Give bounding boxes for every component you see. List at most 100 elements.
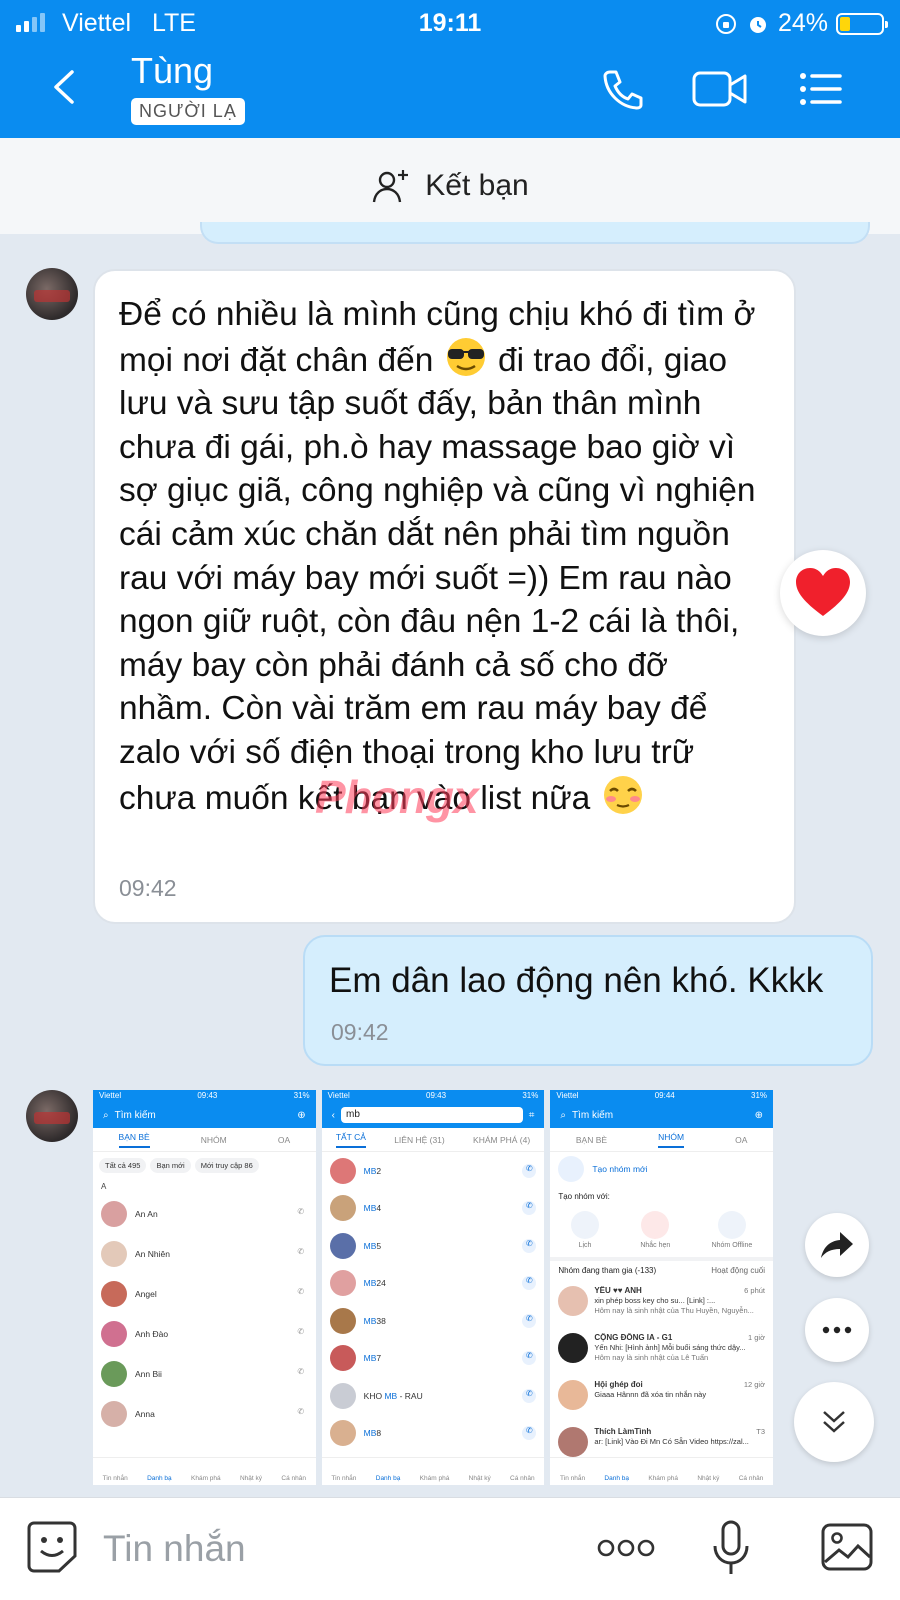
shot-tabs: BẠN BÈ NHÓM OA <box>550 1128 774 1152</box>
incoming-message-bubble[interactable]: Để có nhiều là mình cũng chịu khó đi tìm… <box>93 269 796 924</box>
add-friend-label: Kết bạn <box>425 169 529 202</box>
avatar <box>329 1382 356 1409</box>
list-item: MB8 ✆ <box>322 1415 545 1453</box>
avatar <box>329 1345 356 1372</box>
outgoing-message-bubble[interactable]: Em dân lao động nên khó. Kkkk 09:42 <box>303 935 873 1066</box>
status-bar: Viettel LTE 19:11 24% <box>0 0 900 46</box>
list-item: MB5 ✆ <box>322 1227 545 1265</box>
shot-tab: LIÊN HỆ (31) <box>394 1134 445 1145</box>
alarm-icon: Nhắc hẹn <box>640 1211 670 1249</box>
shot-chip: Mới truy cập 86 <box>194 1158 259 1173</box>
group-avatar <box>558 1427 589 1457</box>
microphone-icon[interactable] <box>712 1520 750 1578</box>
shot-search-bar: ⌕ Tìm kiếm ⊕ <box>93 1102 316 1128</box>
list-item: MB2 ✆ <box>322 1152 545 1190</box>
screenshot-groups[interactable]: Viettel 09:44 31% ⌕ Tìm kiếm ⊕ BẠN BÈ NHÓM OA … <box>550 1090 774 1485</box>
scroll-to-bottom-button[interactable] <box>794 1382 874 1462</box>
list-item: CỘNG ĐỒNG IA - G1 1 giờ Yến Nhi: [Hình ảnh… <box>550 1328 773 1375</box>
shot-bottom-nav: Tin nhắn Danh bạ Khám phá Nhật ký Cá nhân <box>321 1457 545 1485</box>
shot-tab: NHÓM <box>200 1134 227 1145</box>
shot-bottom-nav: Tin nhắn Danh bạ Khám phá Nhật ký Cá nhân <box>93 1457 316 1485</box>
list-item: An An ✆ <box>93 1194 316 1234</box>
phone-call-button[interactable] <box>598 64 648 114</box>
reaction-button[interactable] <box>780 550 866 636</box>
heart-icon <box>796 568 850 616</box>
joined-groups-label: Nhóm đang tham gia (-133) <box>558 1266 657 1275</box>
back-button[interactable] <box>44 66 86 108</box>
message-text: Để có nhiều là mình cũng chịu khó đi tìm… <box>119 293 770 820</box>
battery-percent: 24% <box>777 9 828 37</box>
blushing-emoji-icon <box>603 775 642 814</box>
sticker-icon[interactable] <box>26 1520 78 1574</box>
sort-label: Hoạt động cuối <box>711 1266 766 1275</box>
search-results: MB2 ✆ MB4 ✆ MB5 ✆ MB24 ✆ MB38 ✆ MB7 ✆ KHO MB - RAU ✆ M… <box>322 1152 545 1452</box>
more-icon <box>822 1326 852 1334</box>
list-item: Anh Đào ✆ <box>93 1314 316 1354</box>
shot-time: 09:44 <box>654 1091 675 1100</box>
shot-time: 09:43 <box>197 1091 218 1100</box>
message-input[interactable]: Tin nhắn <box>103 1528 246 1570</box>
message-text: Em dân lao động nên khó. Kkkk <box>329 961 824 1000</box>
phone-icon: ✆ <box>522 1201 537 1216</box>
avatar <box>329 1270 356 1297</box>
list-item: Ann Bii ✆ <box>93 1354 316 1394</box>
avatar <box>329 1157 356 1184</box>
shot-tab: NHÓM <box>658 1132 685 1148</box>
avatar <box>329 1195 356 1222</box>
phone-icon: ✆ <box>522 1426 537 1441</box>
previous-message-bubble <box>200 222 870 244</box>
double-chevron-down-icon <box>823 1411 845 1433</box>
screenshot-contacts[interactable]: Viettel 09:43 31% ⌕ Tìm kiếm ⊕ BẠN BÈ NHÓM OA … <box>93 1090 316 1485</box>
create-with-label: Tạo nhóm với: <box>558 1192 610 1201</box>
message-time: 09:42 <box>331 1019 389 1045</box>
phone-icon: ✆ <box>522 1388 537 1403</box>
add-contact-icon: ⊕ <box>297 1109 306 1121</box>
offline-group-icon: Nhóm Offline <box>712 1211 752 1249</box>
shot-carrier: Viettel <box>327 1091 350 1100</box>
back-icon: ‹ <box>331 1109 336 1121</box>
shot-carrier: Viettel <box>99 1091 122 1100</box>
list-item: MB38 ✆ <box>322 1302 545 1340</box>
rotation-lock-icon <box>715 13 736 34</box>
sunglasses-emoji-icon <box>446 337 485 376</box>
shot-tab: BẠN BÈ <box>575 1134 608 1145</box>
screenshot-search-mb[interactable]: Viettel 09:43 31% ‹ mb ⌗ TẤT CẢ LIÊN HỆ (31) K… <box>321 1090 545 1485</box>
battery-icon <box>836 12 888 35</box>
message-time: 09:42 <box>119 875 177 901</box>
search-icon: ⌕ <box>560 1109 566 1121</box>
menu-button[interactable] <box>796 64 846 114</box>
list-item: An Nhiên ✆ <box>93 1234 316 1274</box>
phone-icon: ✆ <box>522 1163 537 1178</box>
list-item: MB4 ✆ <box>322 1190 545 1228</box>
list-item: MB24 ✆ <box>322 1265 545 1303</box>
phone-icon: ✆ <box>522 1276 537 1291</box>
image-picker-icon[interactable] <box>820 1522 874 1572</box>
share-icon <box>821 1232 853 1258</box>
image-message[interactable]: Viettel 09:43 31% ⌕ Tìm kiếm ⊕ BẠN BÈ NHÓM OA … <box>93 1090 774 1485</box>
share-button[interactable] <box>805 1213 869 1277</box>
avatar <box>329 1307 356 1334</box>
add-friend-bar[interactable]: Kết bạn <box>0 138 900 234</box>
header-bar: Viettel LTE 19:11 24% Tùng NGƯỜI LẠ <box>0 0 900 138</box>
shot-search-text: mb <box>341 1107 523 1123</box>
more-options-button[interactable] <box>805 1298 869 1362</box>
list-item: Anna ✆ <box>93 1394 316 1434</box>
message-input-bar: Tin nhắn <box>0 1497 900 1600</box>
contact-avatar[interactable] <box>26 1090 78 1142</box>
shot-section-letter: A <box>101 1182 107 1191</box>
contact-name[interactable]: Tùng <box>131 50 213 92</box>
more-actions-icon[interactable] <box>597 1538 655 1558</box>
shot-chip: Tất cả 495 <box>99 1158 147 1173</box>
shot-tab: KHÁM PHÁ (4) <box>473 1134 531 1145</box>
shot-time: 09:43 <box>426 1091 447 1100</box>
contact-avatar[interactable] <box>26 268 78 320</box>
shot-battery: 31% <box>293 1091 310 1100</box>
list-item: KHO MB - RAU ✆ <box>322 1377 545 1415</box>
watermark: Phongx <box>315 771 479 823</box>
shot-search-text: Tìm kiếm <box>571 1109 614 1121</box>
list-item: MB7 ✆ <box>322 1340 545 1378</box>
video-call-button[interactable] <box>690 64 750 114</box>
shot-tab: TẤT CẢ <box>335 1132 366 1148</box>
shot-battery: 31% <box>522 1091 539 1100</box>
add-friend-icon <box>373 170 409 203</box>
